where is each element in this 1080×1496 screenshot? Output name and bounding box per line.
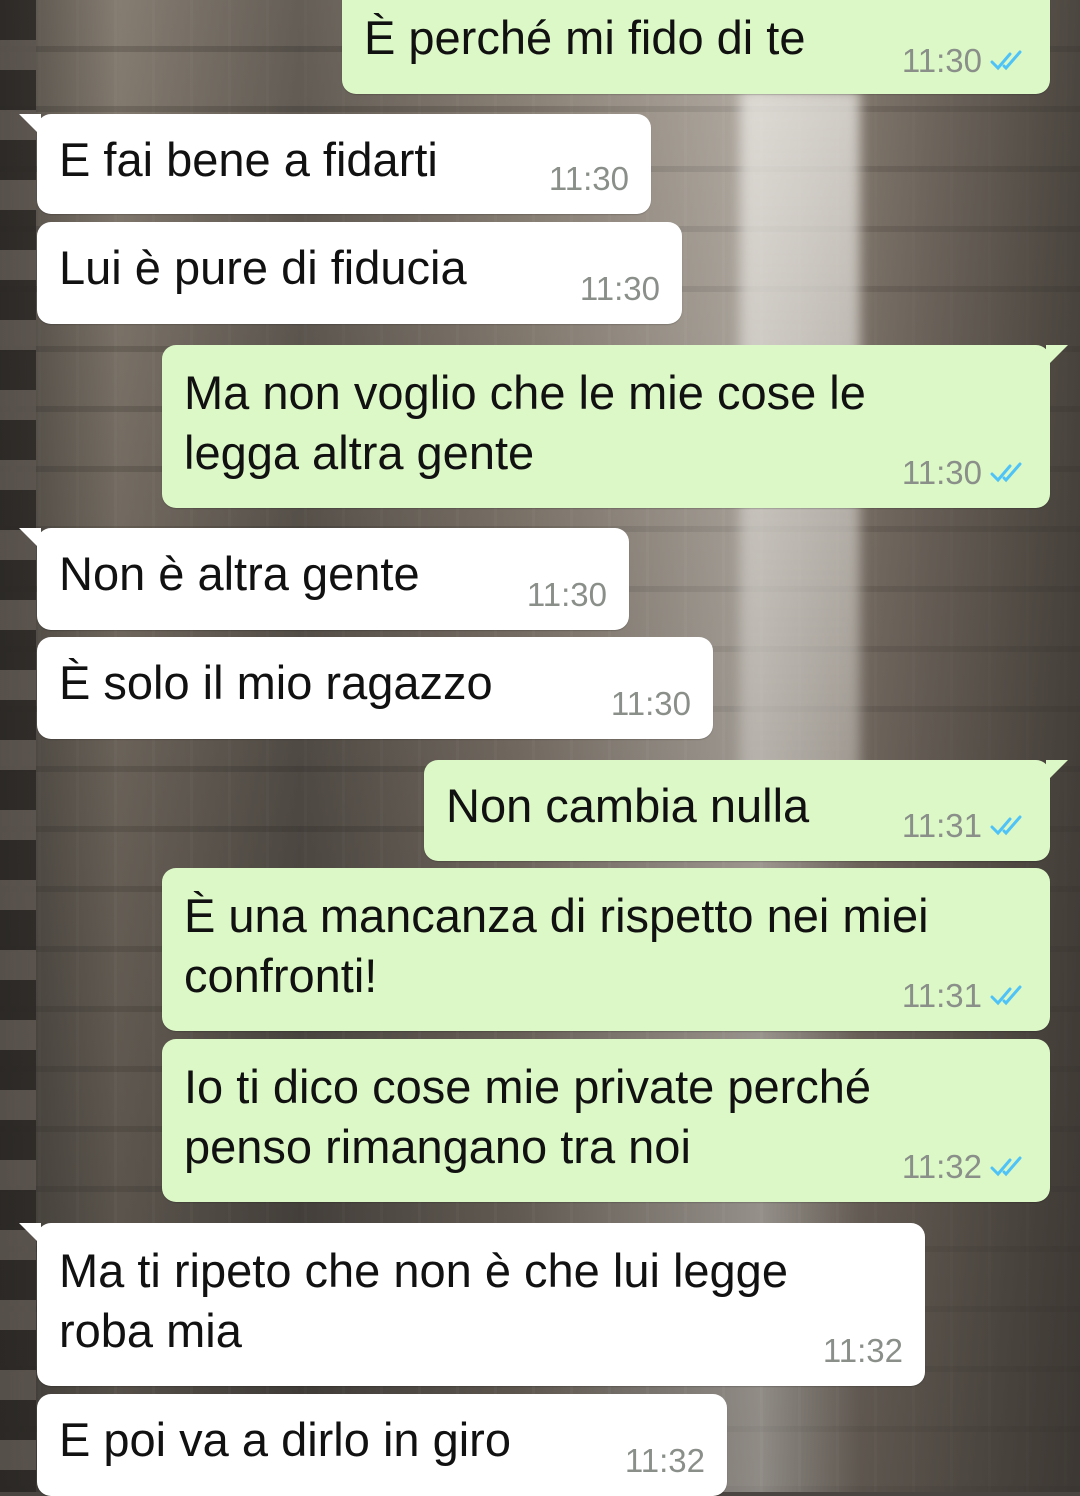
message-text: E poi va a dirlo in giro [59,1413,511,1466]
incoming-message[interactable]: E poi va a dirlo in giro 11:32 [37,1394,727,1496]
message-meta: 11:31 [902,977,1028,1015]
message-meta: 11:30 [902,42,1028,80]
message-meta: 11:32 [823,1332,903,1370]
outgoing-message[interactable]: È perché mi fido di te 11:30 [342,0,1050,94]
message-time: 11:30 [901,42,982,79]
incoming-message[interactable]: Ma ti ripeto che non è che lui legge rob… [19,1223,925,1386]
double-check-read-icon [990,461,1028,485]
incoming-message[interactable]: Non è altra gente 11:30 [19,528,629,630]
message-time: 11:30 [610,685,691,722]
message-text: E fai bene a fidarti [59,133,438,186]
message-text: Ma non voglio che le mie cose le legga a… [184,366,879,479]
double-check-read-icon [990,814,1028,838]
message-meta: 11:30 [580,270,660,308]
outgoing-message[interactable]: Non cambia nulla 11:31 [424,760,1068,861]
outgoing-message[interactable]: Ma non voglio che le mie cose le legga a… [162,345,1068,508]
incoming-message[interactable]: Lui è pure di fiducia 11:30 [37,222,682,324]
message-text: Io ti dico cose mie private perché penso… [184,1060,885,1173]
message-text: Non è altra gente [59,547,420,600]
message-meta: 11:30 [527,576,607,614]
message-meta: 11:32 [625,1442,705,1480]
message-meta: 11:30 [902,454,1028,492]
double-check-read-icon [990,49,1028,73]
outgoing-message[interactable]: È una mancanza di rispetto nei miei conf… [162,868,1050,1031]
message-time: 11:32 [901,1148,982,1185]
incoming-message[interactable]: È solo il mio ragazzo 11:30 [37,637,713,739]
message-meta: 11:30 [611,685,691,723]
message-meta: 11:31 [902,807,1028,845]
message-time: 11:30 [548,160,629,197]
message-text: È una mancanza di rispetto nei miei conf… [184,889,942,1002]
message-text: Lui è pure di fiducia [59,241,467,294]
outgoing-message[interactable]: Io ti dico cose mie private perché penso… [162,1039,1050,1202]
message-text: È solo il mio ragazzo [59,656,493,709]
message-time: 11:31 [901,807,982,844]
incoming-message[interactable]: E fai bene a fidarti 11:30 [19,114,651,214]
message-list[interactable]: È perché mi fido di te 11:30 E fai bene … [0,0,1080,1496]
message-time: 11:32 [822,1332,903,1369]
message-meta: 11:30 [549,160,629,198]
message-text: Ma ti ripeto che non è che lui legge rob… [59,1244,802,1357]
double-check-read-icon [990,984,1028,1008]
message-time: 11:30 [901,454,982,491]
message-time: 11:30 [526,576,607,613]
message-meta: 11:32 [902,1148,1028,1186]
double-check-read-icon [990,1155,1028,1179]
message-time: 11:31 [901,977,982,1014]
message-time: 11:30 [579,270,660,307]
message-time: 11:32 [624,1442,705,1479]
